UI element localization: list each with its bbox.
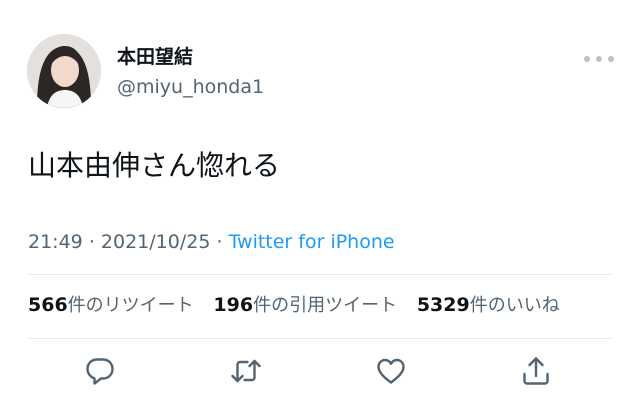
retweet-count-label: 件のリツイート bbox=[67, 295, 194, 316]
like-count-stat[interactable]: 5329件のいいね bbox=[416, 294, 560, 316]
more-dot bbox=[584, 56, 590, 62]
retweet-count-stat[interactable]: 566件のリツイート bbox=[28, 294, 194, 316]
more-icon[interactable] bbox=[584, 50, 614, 68]
reply-button[interactable] bbox=[82, 353, 118, 389]
like-count: 5329 bbox=[416, 294, 470, 316]
tweet-text: 山本由伸さん惚れる bbox=[28, 149, 281, 182]
share-button[interactable] bbox=[518, 353, 554, 389]
like-count-label: 件のいいね bbox=[469, 295, 560, 316]
tweet-date[interactable]: 2021/10/25 bbox=[101, 231, 211, 253]
display-name[interactable]: 本田望結 bbox=[117, 46, 193, 68]
tweet-meta: 21:49 · 2021/10/25 · Twitter for iPhone bbox=[28, 230, 395, 254]
share-icon bbox=[523, 357, 549, 385]
quote-count-label: 件の引用ツイート bbox=[253, 295, 398, 316]
user-handle[interactable]: @miyu_honda1 bbox=[117, 76, 264, 98]
tweet-actions bbox=[0, 353, 640, 389]
heart-icon bbox=[377, 358, 405, 384]
retweet-icon bbox=[231, 359, 261, 383]
quote-count-stat[interactable]: 196件の引用ツイート bbox=[213, 294, 398, 316]
reply-icon bbox=[86, 358, 114, 385]
more-dot bbox=[608, 56, 614, 62]
avatar[interactable] bbox=[27, 34, 101, 108]
tweet-time[interactable]: 21:49 bbox=[28, 231, 83, 253]
tweet-source-link[interactable]: Twitter for iPhone bbox=[229, 231, 395, 253]
avatar-image bbox=[27, 34, 101, 108]
meta-separator: · bbox=[88, 231, 95, 253]
tweet-stats: 566件のリツイート 196件の引用ツイート 5329件のいいね bbox=[28, 293, 560, 318]
meta-separator: · bbox=[216, 231, 223, 253]
retweet-count: 566 bbox=[28, 294, 68, 316]
quote-count: 196 bbox=[213, 294, 254, 316]
divider bbox=[28, 338, 613, 339]
more-dot bbox=[596, 56, 602, 62]
retweet-button[interactable] bbox=[228, 353, 264, 389]
like-button[interactable] bbox=[373, 353, 409, 389]
divider bbox=[28, 274, 613, 275]
